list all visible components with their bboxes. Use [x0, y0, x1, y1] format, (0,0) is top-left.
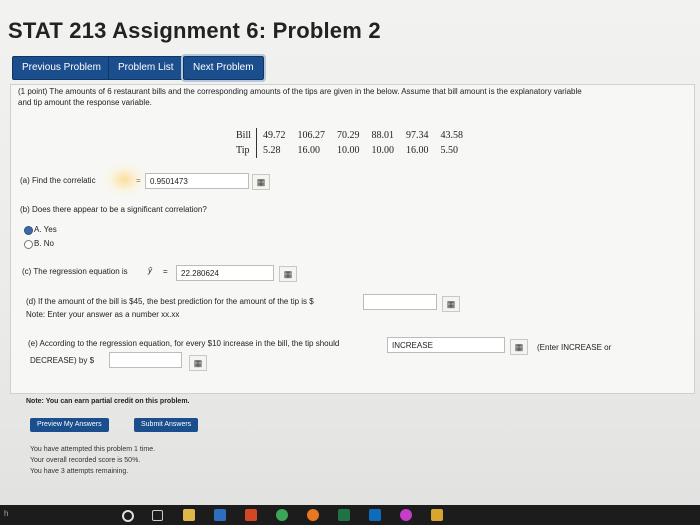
- generic-app-icon[interactable]: [431, 509, 443, 521]
- table-cell: 5.50: [440, 145, 459, 156]
- firefox-icon[interactable]: [307, 509, 319, 521]
- tip-prediction-input[interactable]: [363, 294, 437, 310]
- table-cell: 88.01: [371, 130, 395, 141]
- part-a-equals: =: [136, 176, 141, 185]
- equation-editor-icon[interactable]: ▦: [189, 355, 207, 371]
- row-header-tip: Tip: [230, 143, 258, 158]
- part-a-label: (a) Find the correlatic: [20, 176, 96, 185]
- part-b-label: (b) Does there appear to be a significan…: [20, 205, 207, 214]
- table-cell: 43.58: [440, 130, 464, 141]
- browser-page: STAT 213 Assignment 6: Problem 2 Previou…: [0, 0, 700, 505]
- equation-editor-icon[interactable]: ▦: [510, 339, 528, 355]
- submit-answers-button[interactable]: Submit Answers: [134, 418, 199, 432]
- table-cell: 10.00: [371, 145, 395, 156]
- excel-icon[interactable]: [338, 509, 350, 521]
- problem-statement-line2: and tip amount the response variable.: [18, 98, 152, 107]
- task-view-icon[interactable]: [152, 510, 163, 521]
- taskbar-label: h: [4, 509, 9, 518]
- problem-list-button[interactable]: Problem List: [108, 56, 184, 80]
- option-a-radio[interactable]: [24, 226, 33, 235]
- data-table: Bill 49.72 106.27 70.29 88.01 97.34 43.5…: [230, 128, 469, 158]
- part-d-note: Note: Enter your answer as a number xx.x…: [26, 310, 180, 319]
- equation-editor-icon[interactable]: ▦: [442, 296, 460, 312]
- file-explorer-icon[interactable]: [183, 509, 195, 521]
- score-status: Your overall recorded score is 50%.: [30, 457, 141, 464]
- table-cell: 16.00: [406, 145, 429, 156]
- problem-statement: (1 point) The amounts of 6 restaurant bi…: [18, 86, 683, 108]
- option-b-label: B. No: [34, 239, 55, 248]
- table-cell: 106.27: [297, 130, 326, 141]
- problem-statement-line1: (1 point) The amounts of 6 restaurant bi…: [18, 87, 582, 96]
- table-cell: 97.34: [406, 130, 429, 141]
- part-e-hint: (Enter INCREASE or: [537, 343, 612, 352]
- table-cell: 10.00: [337, 145, 360, 156]
- y-hat-symbol: ŷ: [148, 266, 152, 275]
- table-cell: 5.28: [263, 145, 281, 156]
- attempts-status: You have attempted this problem 1 time.: [30, 446, 156, 453]
- store-icon[interactable]: [214, 509, 226, 521]
- itunes-icon[interactable]: [400, 509, 412, 521]
- option-b-radio[interactable]: [24, 240, 33, 249]
- table-row: Tip 5.28 16.00 10.00 10.00 16.00 5.50: [230, 143, 469, 158]
- correlation-input[interactable]: 0.9501473: [145, 173, 249, 189]
- taskbar: h: [0, 505, 700, 525]
- part-e-label-2: DECREASE) by $: [30, 356, 95, 365]
- preview-answers-button[interactable]: Preview My Answers: [30, 418, 109, 432]
- next-problem-button[interactable]: Next Problem: [181, 54, 266, 82]
- part-c-label: (c) The regression equation is: [22, 267, 128, 276]
- previous-problem-button[interactable]: Previous Problem: [12, 56, 111, 80]
- row-header-bill: Bill: [230, 128, 258, 143]
- option-a-label: A. Yes: [34, 225, 57, 234]
- part-c-equals: =: [163, 267, 168, 276]
- page-title: STAT 213 Assignment 6: Problem 2: [8, 18, 381, 43]
- table-row: Bill 49.72 106.27 70.29 88.01 97.34 43.5…: [230, 128, 469, 143]
- search-icon[interactable]: [122, 510, 134, 522]
- partial-credit-note: Note: You can earn partial credit on thi…: [26, 398, 190, 405]
- office-icon[interactable]: [245, 509, 257, 521]
- chrome-icon[interactable]: [276, 509, 288, 521]
- part-e-label: (e) According to the regression equation…: [28, 339, 340, 348]
- table-cell: 70.29: [337, 130, 360, 141]
- equation-editor-icon[interactable]: ▦: [252, 174, 270, 190]
- regression-equation-input[interactable]: 22.280624: [176, 265, 274, 281]
- part-d-label: (d) If the amount of the bill is $45, th…: [26, 297, 314, 306]
- equation-editor-icon[interactable]: ▦: [279, 266, 297, 282]
- increase-decrease-input[interactable]: INCREASE: [387, 337, 505, 353]
- mail-icon[interactable]: [369, 509, 381, 521]
- remaining-status: You have 3 attempts remaining.: [30, 468, 129, 475]
- table-cell: 49.72: [263, 130, 286, 141]
- change-amount-input[interactable]: [109, 352, 182, 368]
- table-cell: 16.00: [297, 145, 321, 156]
